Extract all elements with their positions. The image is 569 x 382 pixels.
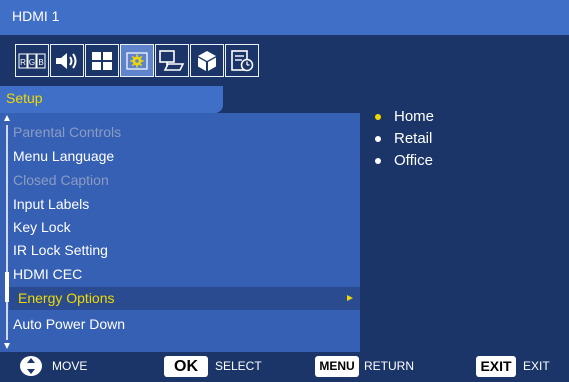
select-hint-label: SELECT [215,359,262,373]
scroll-up-arrow-icon[interactable] [4,115,10,121]
menu-item-input-labels[interactable]: Input Labels [13,193,360,216]
radio-dot-icon [375,158,381,164]
move-hint-label: MOVE [52,359,88,373]
options-panel [360,100,569,352]
submenu-arrow-icon [347,295,353,301]
menu-item-energy-options[interactable]: Energy Options [9,287,360,310]
setup-gear-icon[interactable] [120,44,154,77]
radio-selected-icon [375,114,381,120]
scroll-down-arrow-icon[interactable] [4,343,10,349]
dpad-icon [19,355,43,377]
section-tab: Setup [0,86,223,113]
section-title: Setup [6,90,43,106]
option-label: Retail [394,130,433,147]
menu-item-parental-controls: Parental Controls [13,124,122,140]
osd-menu: HDMI 1 R G B Setup Parental Controls Men… [0,0,569,380]
audio-speaker-icon[interactable] [50,44,84,77]
svg-text:G: G [29,58,35,67]
screen-grid-icon[interactable] [85,44,119,77]
exit-key-icon: EXIT [476,356,516,377]
option-label: Home [394,108,435,125]
menu-item-hdmi-cec[interactable]: HDMI CEC [13,263,360,286]
advanced-cube-icon[interactable] [190,44,224,77]
option-label: Office [394,152,433,169]
title-bar: HDMI 1 [0,0,569,35]
button-hint-bar: MOVE OK SELECT MENU RETURN EXIT EXIT [0,352,569,380]
ok-key-icon: OK [164,356,208,377]
menu-item-ir-lock-setting[interactable]: IR Lock Setting [13,239,360,262]
svg-text:B: B [38,58,43,67]
scrollbar-track[interactable] [6,125,8,340]
radio-dot-icon [375,136,381,142]
input-source-title: HDMI 1 [12,8,60,24]
menu-item-auto-power-down[interactable]: Auto Power Down [13,313,360,336]
return-hint-label: RETURN [364,359,414,373]
menu-icon-tabs: R G B [15,44,259,86]
picture-rgb-icon[interactable]: R G B [15,44,49,77]
schedule-clock-icon[interactable] [225,44,259,77]
menu-item-key-lock[interactable]: Key Lock [13,216,360,239]
pc-monitor-icon[interactable] [155,44,189,77]
menu-item-closed-caption: Closed Caption [13,172,109,188]
menu-key-icon: MENU [315,356,359,377]
svg-text:R: R [20,58,26,67]
exit-hint-label: EXIT [523,359,550,373]
menu-item-label: Energy Options [18,290,115,306]
menu-item-menu-language[interactable]: Menu Language [13,145,360,168]
